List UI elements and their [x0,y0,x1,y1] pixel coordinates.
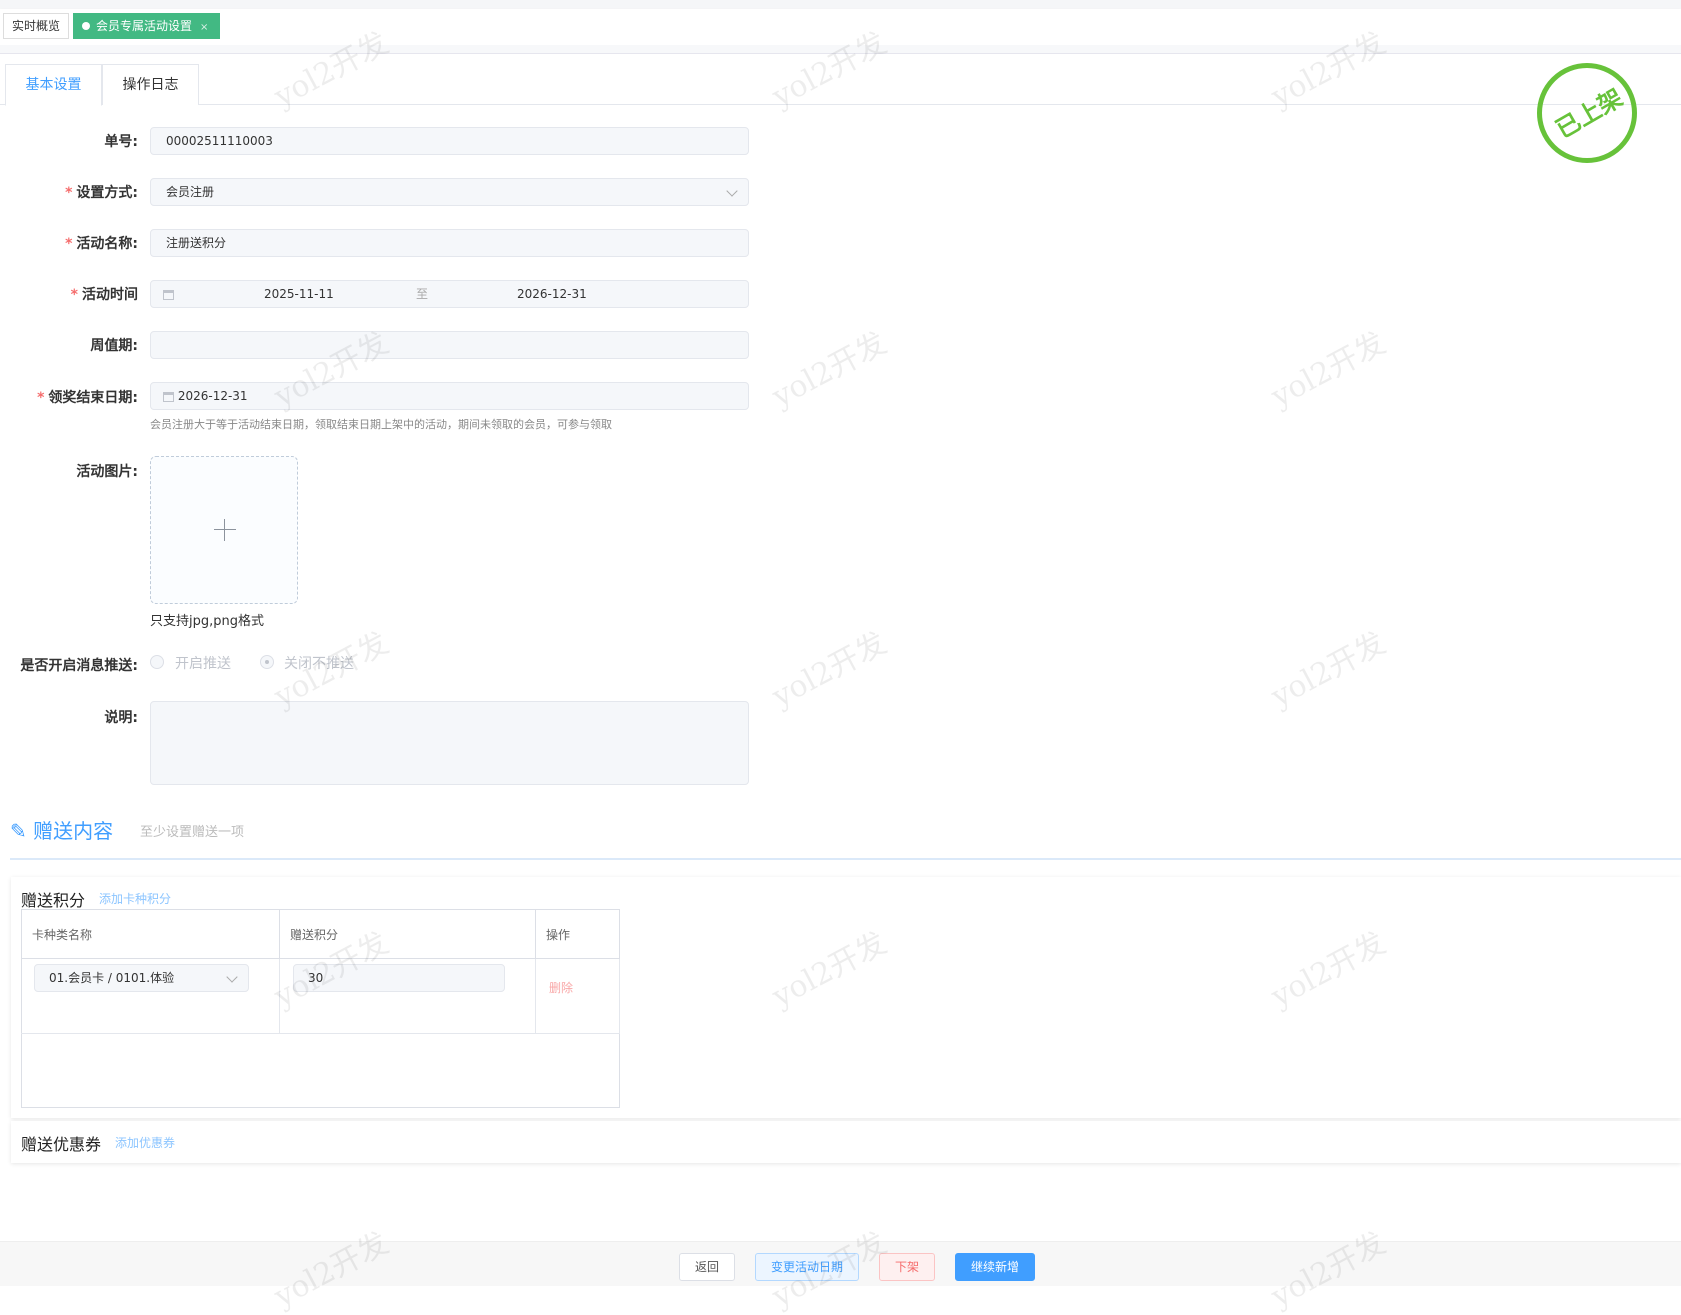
coupons-card: 赠送优惠券 添加优惠券 [11,1121,1681,1163]
period-field[interactable] [150,331,749,359]
gift-subtitle: 至少设置赠送一项 [140,825,245,840]
close-icon[interactable]: × [200,22,208,33]
chevron-down-icon [226,971,238,983]
period-label: 周值期: [90,338,138,354]
watermark: yol2开发 [766,625,893,715]
tab-basic-settings[interactable]: 基本设置 [5,64,102,106]
page-tab-bar: 实时概览 会员专属活动设置 × [0,9,1681,45]
start-date: 2025-11-11 [264,287,334,301]
tab-operation-log[interactable]: 操作日志 [102,64,199,105]
back-button[interactable]: 返回 [679,1253,735,1281]
gift-heading: ✎ 赠送内容 [10,819,114,843]
plus-icon-vertical [224,519,225,541]
edit-icon: ✎ [10,819,27,843]
coupons-title: 赠送优惠券 [21,1135,102,1154]
claim-end-value: 2026-12-31 [177,389,248,403]
tab-label: 实时概览 [12,19,61,33]
add-card-points-link[interactable]: 添加卡种积分 [99,890,171,907]
form-tabs: 基本设置 操作日志 [0,64,1681,106]
time-label: * 活动时间 [70,287,138,303]
column-header: 卡种类名称 [21,908,280,960]
order-no-label: 单号: [104,134,138,150]
add-coupon-link[interactable]: 添加优惠券 [115,1134,175,1151]
table-row: 01.会员卡 / 0101.体验 30 删除 [21,958,620,1034]
continue-add-button[interactable]: 继续新增 [955,1253,1035,1281]
watermark: yol2开发 [1265,325,1392,415]
mode-select[interactable]: 会员注册 [150,178,749,206]
claim-end-hint: 会员注册大于等于活动结束日期，领取结束日期上架中的活动，期间未领取的会员，可参与… [150,418,612,431]
image-format-hint: 只支持jpg,png格式 [150,614,264,629]
image-upload[interactable] [150,456,298,604]
mode-label: * 设置方式: [65,185,138,201]
push-on-radio[interactable] [150,655,164,669]
listed-stamp: 已上架 [1537,63,1637,163]
page-tab-overview[interactable]: 实时概览 [3,13,70,39]
watermark: yol2开发 [1265,625,1392,715]
description-textarea[interactable] [150,701,749,785]
page-tab-member-activity[interactable]: 会员专属活动设置 × [73,13,220,39]
active-dot-icon [82,22,90,30]
footer-bar: 返回 变更活动日期 下架 继续新增 [0,1241,1681,1286]
claim-end-label: * 领奖结束日期: [37,390,138,406]
column-header: 赠送积分 [279,908,536,960]
order-no-field[interactable]: 00002511110003 [150,127,749,155]
activity-name-field[interactable]: 注册送积分 [150,229,749,257]
claim-end-date-field[interactable]: 2026-12-31 [150,382,749,410]
divider [10,858,1681,860]
name-label: * 活动名称: [65,236,138,252]
push-on-label[interactable]: 开启推送 [175,653,231,673]
end-date: 2026-12-31 [517,287,587,301]
push-off-radio[interactable] [260,655,274,669]
tab-label: 会员专属活动设置 [96,19,193,33]
range-separator: 至 [416,287,429,301]
card-type-select[interactable]: 01.会员卡 / 0101.体验 [34,964,249,993]
points-table: 卡种类名称 赠送积分 操作 01.会员卡 / 0101.体验 30 删除 [21,908,620,1108]
divider [0,45,1681,54]
activity-date-range[interactable]: 2025-11-11 至 2026-12-31 [150,280,749,308]
column-header: 操作 [535,908,620,960]
points-input[interactable]: 30 [293,964,505,993]
push-label: 是否开启消息推送: [20,658,138,674]
watermark: yol2开发 [766,325,893,415]
chevron-down-icon [726,185,738,197]
points-title: 赠送积分 [21,891,86,910]
plus-icon [214,529,236,530]
desc-label: 说明: [104,710,138,726]
image-label: 活动图片: [76,464,138,480]
delete-link[interactable]: 删除 [549,979,573,996]
calendar-icon [163,289,174,300]
top-strip [0,0,1681,9]
offline-button[interactable]: 下架 [879,1253,935,1281]
change-date-button[interactable]: 变更活动日期 [755,1253,859,1281]
calendar-icon [163,391,174,402]
table-empty-area [22,1033,620,1107]
mode-value: 会员注册 [166,185,215,199]
push-off-label[interactable]: 关闭不推送 [284,653,354,673]
